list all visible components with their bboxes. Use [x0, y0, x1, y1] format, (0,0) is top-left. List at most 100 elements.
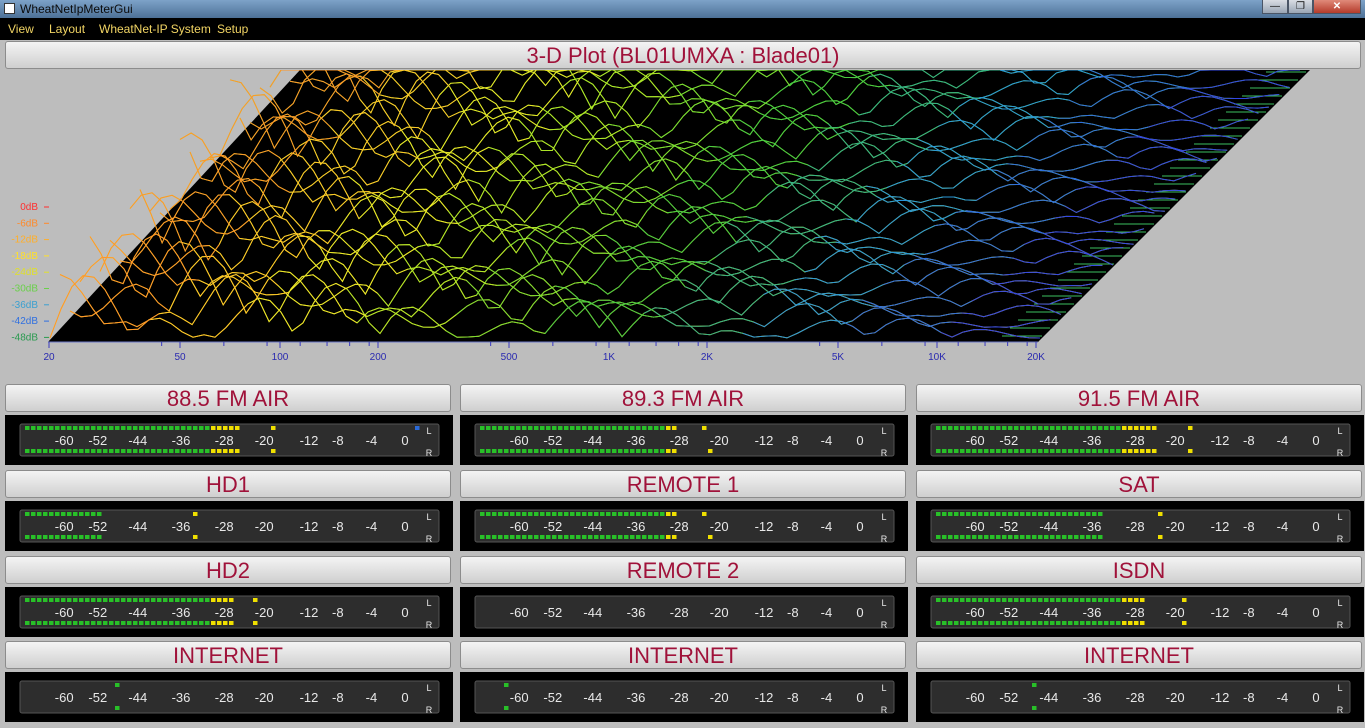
meter-segment — [510, 426, 515, 430]
meter-panel-title[interactable]: HD1 — [5, 470, 451, 498]
menu-view[interactable]: View — [8, 22, 34, 36]
meter-segment — [516, 512, 521, 516]
meter-segment — [1092, 426, 1097, 430]
meter-segment — [948, 621, 953, 625]
meter-segment — [558, 535, 563, 539]
meter-scale-label: -28 — [670, 433, 689, 448]
meter-panel-title[interactable]: INTERNET — [5, 641, 451, 669]
meter-panel-title[interactable]: 91.5 FM AIR — [916, 384, 1362, 412]
meter-peak-hold — [702, 512, 707, 516]
meter-segment — [516, 535, 521, 539]
meter-segment — [600, 449, 605, 453]
meter-segment — [109, 598, 114, 602]
meter-graphic: -60 -52 -44 -36 -28 -20 -12 -8 -4 0 L R — [474, 423, 895, 458]
meter-segment — [492, 512, 497, 516]
meter-segment — [1068, 512, 1073, 516]
menu-wheatnet-ip-system[interactable]: WheatNet-IP System — [99, 22, 211, 36]
meter-segment — [1128, 621, 1133, 625]
meter-segment — [996, 426, 1001, 430]
meter-segment — [25, 535, 30, 539]
meter-segment — [1002, 426, 1007, 430]
meter-segment — [942, 535, 947, 539]
meter-scale-label: -52 — [543, 433, 562, 448]
meter-panel-title[interactable]: HD2 — [5, 556, 451, 584]
menu-layout[interactable]: Layout — [49, 22, 85, 36]
meter-scale-label: -52 — [543, 690, 562, 705]
meter-segment — [115, 449, 120, 453]
meter-segment — [492, 535, 497, 539]
meter-segment — [49, 449, 54, 453]
meter-segment — [1104, 621, 1109, 625]
meter-segment — [73, 535, 78, 539]
meter-segment — [1074, 621, 1079, 625]
meter-segment — [1104, 426, 1109, 430]
meter-segment — [97, 426, 102, 430]
menu-setup[interactable]: Setup — [217, 22, 248, 36]
meter-segment — [984, 449, 989, 453]
meter-segment — [576, 426, 581, 430]
meter-segment — [960, 426, 965, 430]
plot-background — [48, 70, 1310, 342]
maximize-button[interactable]: ❐ — [1288, 0, 1313, 14]
meter-segment — [1152, 426, 1157, 430]
meter-panel-title[interactable]: 88.5 FM AIR — [5, 384, 451, 412]
level-meter: -60 -52 -44 -36 -28 -20 -12 -8 -4 0 L R — [460, 672, 908, 722]
meter-segment — [936, 449, 941, 453]
meter-segment — [133, 449, 138, 453]
meter-segment — [205, 449, 210, 453]
meter-segment — [948, 512, 953, 516]
meter-segment — [49, 512, 54, 516]
meter-segment — [229, 621, 234, 625]
meter-segment — [175, 426, 180, 430]
meter-panel-title[interactable]: INTERNET — [460, 641, 906, 669]
level-meter: -60 -52 -44 -36 -28 -20 -12 -8 -4 0 L R — [5, 587, 453, 637]
meter-panel-title[interactable]: SAT — [916, 470, 1362, 498]
meter-segment — [966, 535, 971, 539]
meter-segment — [121, 426, 126, 430]
meter-segment — [942, 621, 947, 625]
meter-segment — [528, 512, 533, 516]
meter-segment — [972, 426, 977, 430]
minimize-button[interactable]: — — [1262, 0, 1288, 14]
meter-scale-label: -44 — [128, 605, 147, 620]
meter-scale-label: -8 — [787, 519, 799, 534]
meter-panel-title[interactable]: INTERNET — [916, 641, 1362, 669]
meter-panel-title[interactable]: REMOTE 2 — [460, 556, 906, 584]
meter-segment — [510, 449, 515, 453]
meter-segment — [552, 426, 557, 430]
meter-segment — [594, 449, 599, 453]
meter-segment — [672, 535, 677, 539]
close-button[interactable]: ✕ — [1313, 0, 1361, 14]
meter-segment — [954, 449, 959, 453]
meter-segment — [1062, 598, 1067, 602]
meter-panel-title[interactable]: ISDN — [916, 556, 1362, 584]
meter-segment — [570, 426, 575, 430]
meter-segment — [67, 426, 72, 430]
meter-scale-label: -8 — [332, 690, 344, 705]
meter-segment — [606, 535, 611, 539]
meter-segment — [85, 598, 90, 602]
meter-segment — [1044, 449, 1049, 453]
meter-segment — [996, 598, 1001, 602]
meter-segment — [1092, 598, 1097, 602]
meter-panel-title[interactable]: 89.3 FM AIR — [460, 384, 906, 412]
meter-segment — [55, 598, 60, 602]
meter-segment — [942, 426, 947, 430]
meter-scale-label: -28 — [215, 690, 234, 705]
meter-panel-title[interactable]: REMOTE 1 — [460, 470, 906, 498]
meter-segment — [1140, 426, 1145, 430]
meter-segment — [528, 535, 533, 539]
meter-segment — [942, 512, 947, 516]
meter-segment — [540, 535, 545, 539]
meter-scale-label: -60 — [55, 690, 74, 705]
meter-segment — [660, 426, 665, 430]
meter-segment — [79, 512, 84, 516]
meter-scale-label: -4 — [366, 690, 378, 705]
meter-segment — [1104, 598, 1109, 602]
meter-segment — [1068, 598, 1073, 602]
meter-segment — [636, 449, 641, 453]
meter-segment — [546, 426, 551, 430]
meter-segment — [534, 426, 539, 430]
meter-bar-left — [504, 683, 509, 687]
meter-segment — [205, 621, 210, 625]
